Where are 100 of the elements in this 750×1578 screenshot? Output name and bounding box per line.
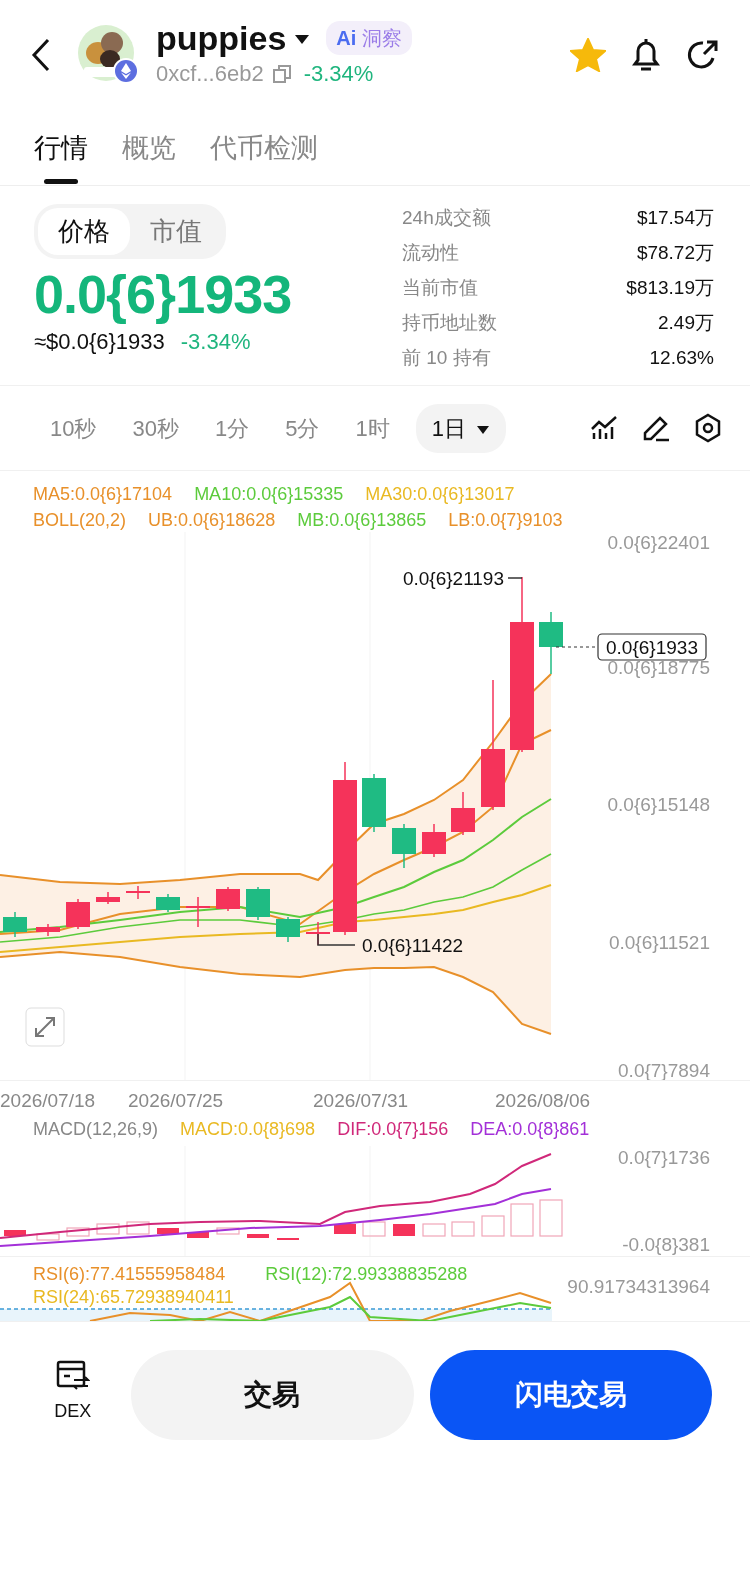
date-label: 2026/07/18 <box>0 1089 96 1113</box>
indicator-value: RSI(12):72.99338835288 <box>265 1263 468 1286</box>
indicator-value: MB:0.0{6}13865 <box>297 509 427 533</box>
interval-tab[interactable]: 5分 <box>275 405 330 451</box>
trade-button[interactable]: 交易 <box>131 1350 414 1440</box>
candle <box>66 898 90 930</box>
macd-bar <box>481 1215 505 1237</box>
macd-bar <box>362 1221 386 1237</box>
candle <box>276 916 300 943</box>
ai-insight-badge[interactable]: Ai 洞察 <box>326 21 412 56</box>
macd-bar <box>126 1221 150 1235</box>
indicator-value: RSI(24):65.72938940411 <box>33 1286 234 1310</box>
axis-label: 0.0{7}1736 <box>618 1147 710 1168</box>
indicator-value: MA10:0.0{6}15335 <box>194 483 344 506</box>
date-label: 2026/07/31 <box>313 1089 409 1113</box>
macd-bar <box>451 1221 475 1237</box>
tab[interactable]: 代币检测 <box>210 110 318 186</box>
macd-bar <box>96 1223 120 1235</box>
macd-bar <box>247 1234 269 1238</box>
interval-tab[interactable]: 10秒 <box>40 405 107 451</box>
candle <box>96 891 120 905</box>
candle <box>126 885 150 900</box>
price-change: -3.34% <box>303 60 374 89</box>
high-price-label: 0.0{6}21193 <box>402 568 504 589</box>
indicator-value: MA30:0.0{6}13017 <box>365 483 515 506</box>
stat-label: 前 10 持有 <box>402 346 491 370</box>
candle <box>451 791 475 836</box>
axis-label: 0.0{6}15148 <box>607 794 710 815</box>
indicator-value: RSI(6):77.41555958484 <box>33 1263 226 1286</box>
usd-price: ≈$0.0{6}1933 <box>34 328 165 357</box>
axis-label: 90.91734313964 <box>567 1276 710 1297</box>
leader-line <box>317 933 356 946</box>
macd-bar <box>66 1227 90 1237</box>
stat-label: 24h成交额 <box>402 206 491 230</box>
macd-bar <box>187 1232 209 1238</box>
settings-icon[interactable] <box>694 413 722 443</box>
back-button[interactable] <box>30 37 52 73</box>
leader-line <box>507 577 523 579</box>
indicator-value: DIF:0.0{7}156 <box>337 1118 449 1141</box>
indicator-value: MACD:0.0{8}698 <box>180 1118 316 1141</box>
indicator-value: MA5:0.0{6}17104 <box>33 483 173 506</box>
flash-trade-button[interactable]: 闪电交易 <box>429 1350 712 1440</box>
indicator-value: LB:0.0{7}9103 <box>448 509 563 533</box>
toggle-option[interactable]: 市值 <box>130 208 222 255</box>
dex-label: DEX <box>54 1400 92 1423</box>
macd-bar <box>510 1203 534 1237</box>
indicator-value: MACD(12,26,9) <box>33 1118 159 1141</box>
interval-tab[interactable]: 30秒 <box>122 405 189 451</box>
macd-bar <box>393 1224 415 1236</box>
interval-tab[interactable]: 1分 <box>204 405 260 451</box>
tab[interactable]: 概览 <box>122 110 176 186</box>
candle <box>186 896 210 928</box>
price-change: -3.34% <box>180 328 251 357</box>
stat-label: 持币地址数 <box>402 311 497 335</box>
indicator-value: DEA:0.0{8}861 <box>470 1118 590 1141</box>
candle <box>362 773 386 833</box>
stat-value: $17.54万 <box>636 206 714 230</box>
macd-bar <box>216 1227 240 1235</box>
dex-icon[interactable] <box>55 1360 90 1392</box>
stat-label: 当前市值 <box>402 276 478 300</box>
macd-bar <box>4 1230 26 1236</box>
macd-bar <box>539 1199 563 1237</box>
macd-bar <box>334 1224 356 1234</box>
stat-label: 流动性 <box>402 241 459 265</box>
date-label: 2026/08/06 <box>495 1089 591 1113</box>
contract-address: 0xcf...6eb2 <box>156 60 264 89</box>
expand-icon[interactable] <box>25 1007 65 1047</box>
indicator-icon[interactable] <box>590 415 618 441</box>
macd-bar <box>36 1233 60 1241</box>
bell-icon[interactable] <box>630 37 662 73</box>
axis-label: 0.0{6}22401 <box>607 532 710 553</box>
toggle-option[interactable]: 价格 <box>38 208 130 255</box>
candle <box>392 823 416 869</box>
stat-value: $813.19万 <box>626 276 714 300</box>
price-value: 0.0{6}1933 <box>34 263 292 326</box>
token-name: puppies <box>156 19 287 58</box>
pencil-icon[interactable] <box>642 414 670 442</box>
macd-bar <box>422 1223 446 1237</box>
candle <box>156 893 180 913</box>
candle <box>216 886 240 912</box>
candle <box>36 923 60 937</box>
macd-bar <box>157 1228 179 1234</box>
stat-value: 2.49万 <box>658 311 714 335</box>
axis-label: -0.0{8}381 <box>622 1234 710 1255</box>
current-price-tag: 0.0{6}1933 <box>597 633 707 661</box>
interval-tab[interactable]: 1日 <box>415 403 506 453</box>
low-price-label: 0.0{6}11422 <box>362 935 464 956</box>
indicator-value: BOLL(20,2) <box>33 509 127 533</box>
date-label: 2026/07/25 <box>128 1089 224 1113</box>
star-icon[interactable] <box>570 38 606 72</box>
candle <box>246 886 270 921</box>
indicator-value: UB:0.0{6}18628 <box>148 509 276 533</box>
candle <box>422 823 446 858</box>
axis-label: 0.0{6}11521 <box>608 932 710 953</box>
candle <box>3 911 27 938</box>
stat-value: $78.72万 <box>636 241 714 265</box>
interval-tab[interactable]: 1时 <box>345 405 400 451</box>
tab[interactable]: 行情 <box>34 110 88 186</box>
stat-value: 12.63% <box>649 346 714 370</box>
candle <box>539 611 563 675</box>
